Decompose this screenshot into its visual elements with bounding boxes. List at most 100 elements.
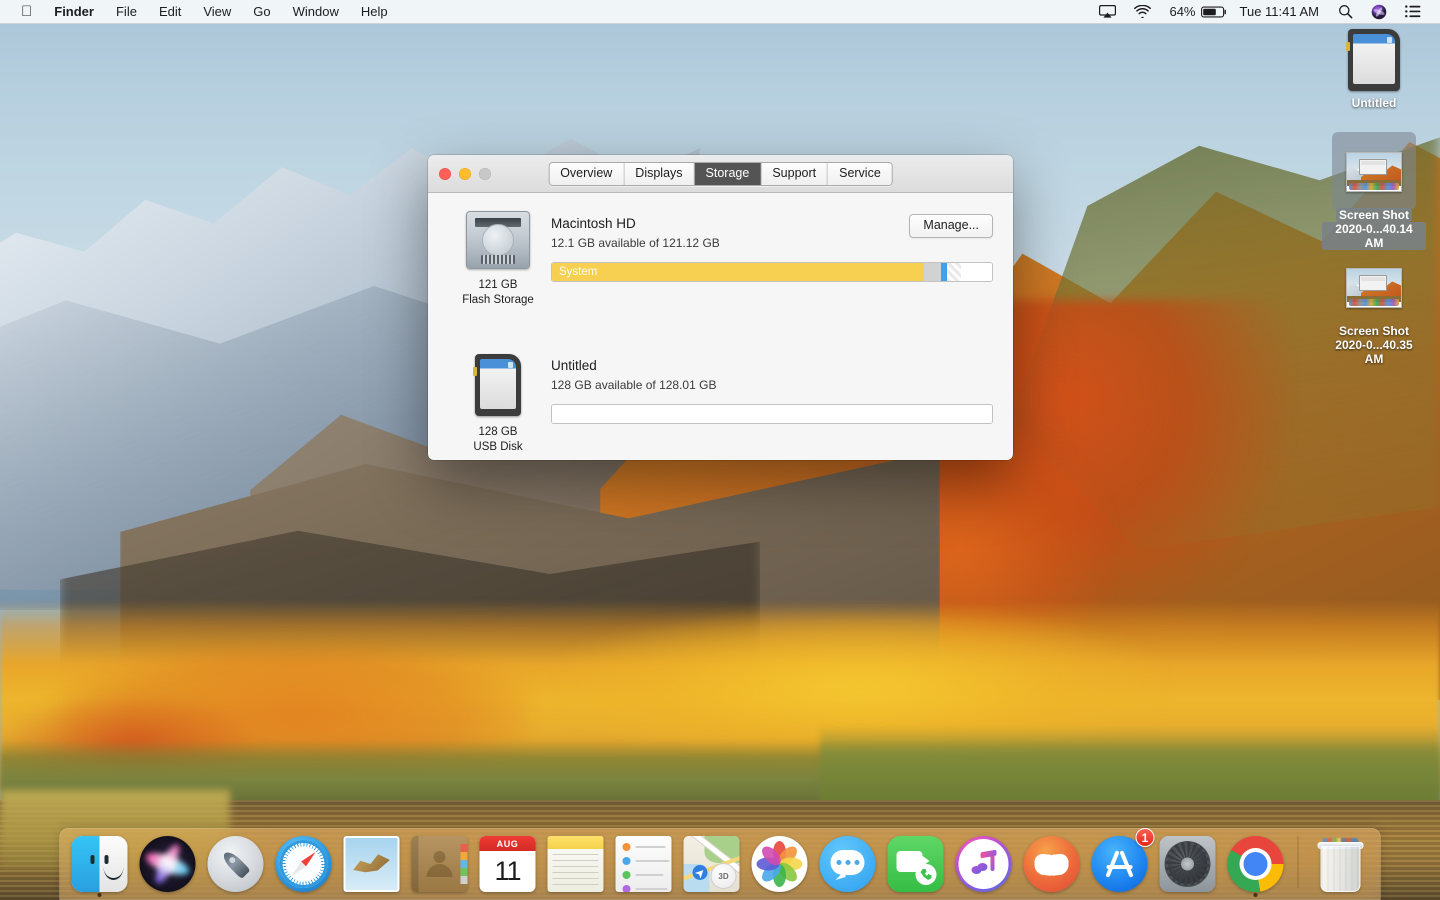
siri-icon[interactable] bbox=[1362, 0, 1396, 23]
volume-details: Untitled 128 GB available of 128.01 GB bbox=[548, 353, 993, 424]
storage-pane: 121 GB Flash Storage Macintosh HD 12.1 G… bbox=[428, 193, 1013, 460]
window-title-bar[interactable]: Overview Displays Storage Support Servic… bbox=[428, 155, 1013, 193]
desktop-icon-label-line2: 2020-0...40.14 AM bbox=[1322, 222, 1426, 250]
volume-name: Macintosh HD bbox=[551, 216, 636, 231]
itunes-icon bbox=[955, 836, 1012, 892]
dock: AUG 11 3D 1 bbox=[59, 828, 1381, 900]
desktop-icon-untitled-volume[interactable]: Untitled bbox=[1322, 28, 1426, 110]
screenshot-file-icon bbox=[1332, 132, 1416, 210]
menu-bar-status-area: 64% Tue 11:41 AM bbox=[1090, 0, 1440, 23]
desktop-icon-label-line1: Screen Shot bbox=[1335, 208, 1413, 222]
volume-availability: 128 GB available of 128.01 GB bbox=[551, 378, 717, 392]
battery-icon bbox=[1200, 6, 1226, 17]
desktop-icon-label-line1: Untitled bbox=[1351, 96, 1397, 110]
internal-hard-drive-icon bbox=[466, 211, 530, 269]
storage-usage-bar bbox=[551, 404, 993, 424]
storage-segment-system: System bbox=[552, 263, 924, 281]
airplay-icon[interactable] bbox=[1090, 0, 1125, 23]
contacts-icon bbox=[411, 836, 468, 892]
maps-3d-label: 3D bbox=[710, 863, 737, 889]
volume-name: Untitled bbox=[551, 358, 597, 373]
ibooks-icon bbox=[1023, 836, 1080, 892]
minimize-button[interactable] bbox=[459, 167, 471, 180]
dock-item-notes[interactable] bbox=[542, 830, 610, 898]
running-indicator bbox=[1253, 893, 1258, 897]
menu-bar-clock[interactable]: Tue 11:41 AM bbox=[1230, 0, 1330, 23]
desktop-icon-label-line1: Screen Shot bbox=[1338, 324, 1410, 338]
volume-availability: 12.1 GB available of 121.12 GB bbox=[551, 236, 720, 250]
battery-status[interactable]: 64% bbox=[1160, 0, 1229, 23]
menu-bar-left:  Finder File Edit View Go Window Help bbox=[0, 0, 399, 23]
storage-segment-other bbox=[923, 263, 942, 281]
facetime-icon bbox=[887, 836, 944, 892]
desktop-icon-screenshot-2[interactable]: Screen Shot 2020-0...40.35 AM bbox=[1322, 256, 1426, 366]
menu-item-go[interactable]: Go bbox=[242, 0, 281, 23]
desktop-icon-label: Untitled bbox=[1349, 96, 1400, 110]
messages-icon bbox=[819, 836, 876, 892]
dock-item-finder[interactable] bbox=[66, 830, 134, 898]
dock-item-calendar[interactable]: AUG 11 bbox=[474, 830, 542, 898]
menu-item-finder[interactable]: Finder bbox=[43, 0, 105, 23]
volume-icon-area: 121 GB Flash Storage bbox=[448, 211, 548, 308]
siri-icon bbox=[139, 836, 196, 892]
calendar-day: 11 bbox=[494, 856, 521, 886]
desktop-icon-label: Screen Shot 2020-0...40.14 AM bbox=[1322, 208, 1426, 250]
search-icon[interactable] bbox=[1329, 0, 1362, 23]
reminders-icon bbox=[615, 836, 672, 892]
dock-item-chrome[interactable] bbox=[1222, 830, 1290, 898]
close-button[interactable] bbox=[439, 167, 451, 180]
dock-item-photos[interactable] bbox=[746, 830, 814, 898]
menu-item-help[interactable]: Help bbox=[350, 0, 399, 23]
window-controls bbox=[428, 167, 491, 180]
volume-icon-area: 128 GB USB Disk bbox=[448, 353, 548, 455]
calendar-icon: AUG 11 bbox=[479, 836, 536, 892]
volume-capacity-caption: 121 GB Flash Storage bbox=[462, 278, 534, 308]
menu-item-file[interactable]: File bbox=[105, 0, 148, 23]
storage-segment-free bbox=[552, 405, 992, 423]
calendar-month: AUG bbox=[479, 836, 536, 851]
tab-storage[interactable]: Storage bbox=[694, 162, 762, 185]
battery-percent-label: 64% bbox=[1169, 4, 1196, 19]
desktop-icon-label-line2: 2020-0...40.35 AM bbox=[1335, 338, 1413, 366]
notification-center-icon[interactable] bbox=[1396, 0, 1430, 23]
zoom-button[interactable] bbox=[479, 167, 491, 180]
dock-item-trash[interactable] bbox=[1307, 830, 1375, 898]
dock-item-messages[interactable] bbox=[814, 830, 882, 898]
dock-item-maps[interactable]: 3D bbox=[678, 830, 746, 898]
dock-item-siri[interactable] bbox=[134, 830, 202, 898]
volume-capacity-line1: 128 GB bbox=[478, 426, 518, 438]
dock-item-launchpad[interactable] bbox=[202, 830, 270, 898]
dock-item-reminders[interactable] bbox=[610, 830, 678, 898]
volume-capacity-line2: USB Disk bbox=[473, 441, 523, 453]
safari-icon bbox=[275, 836, 332, 892]
dock-item-contacts[interactable] bbox=[406, 830, 474, 898]
storage-segment-free bbox=[961, 263, 992, 281]
tab-support[interactable]: Support bbox=[761, 162, 829, 185]
finder-icon bbox=[71, 836, 128, 892]
dock-item-mail[interactable] bbox=[338, 830, 406, 898]
trash-icon bbox=[1317, 838, 1365, 892]
tab-overview[interactable]: Overview bbox=[549, 162, 625, 185]
menu-item-window[interactable]: Window bbox=[282, 0, 350, 23]
desktop-icon-screenshot-1[interactable]: Screen Shot 2020-0...40.14 AM bbox=[1322, 132, 1426, 250]
storage-usage-bar: System bbox=[551, 262, 993, 282]
manage-button[interactable]: Manage... bbox=[909, 214, 993, 238]
dock-separator bbox=[1297, 836, 1299, 888]
volume-row-macintosh-hd: 121 GB Flash Storage Macintosh HD 12.1 G… bbox=[448, 211, 993, 308]
dock-item-app-store[interactable]: 1 bbox=[1086, 828, 1155, 898]
maps-icon: 3D bbox=[683, 836, 740, 892]
menu-item-view[interactable]: View bbox=[192, 0, 242, 23]
wifi-icon[interactable] bbox=[1125, 0, 1160, 23]
dock-item-ibooks[interactable] bbox=[1018, 830, 1086, 898]
apple-menu-icon[interactable]:  bbox=[10, 0, 43, 23]
tab-service[interactable]: Service bbox=[828, 162, 892, 185]
dock-item-itunes[interactable] bbox=[950, 830, 1018, 898]
dock-item-system-preferences[interactable] bbox=[1154, 830, 1222, 898]
menu-item-edit[interactable]: Edit bbox=[148, 0, 192, 23]
dock-item-safari[interactable] bbox=[270, 830, 338, 898]
tab-displays[interactable]: Displays bbox=[624, 162, 695, 185]
volume-titles: Untitled 128 GB available of 128.01 GB bbox=[551, 357, 993, 394]
volume-header: Untitled 128 GB available of 128.01 GB bbox=[551, 357, 993, 394]
volume-capacity-line1: 121 GB bbox=[478, 279, 518, 291]
dock-item-facetime[interactable] bbox=[882, 830, 950, 898]
